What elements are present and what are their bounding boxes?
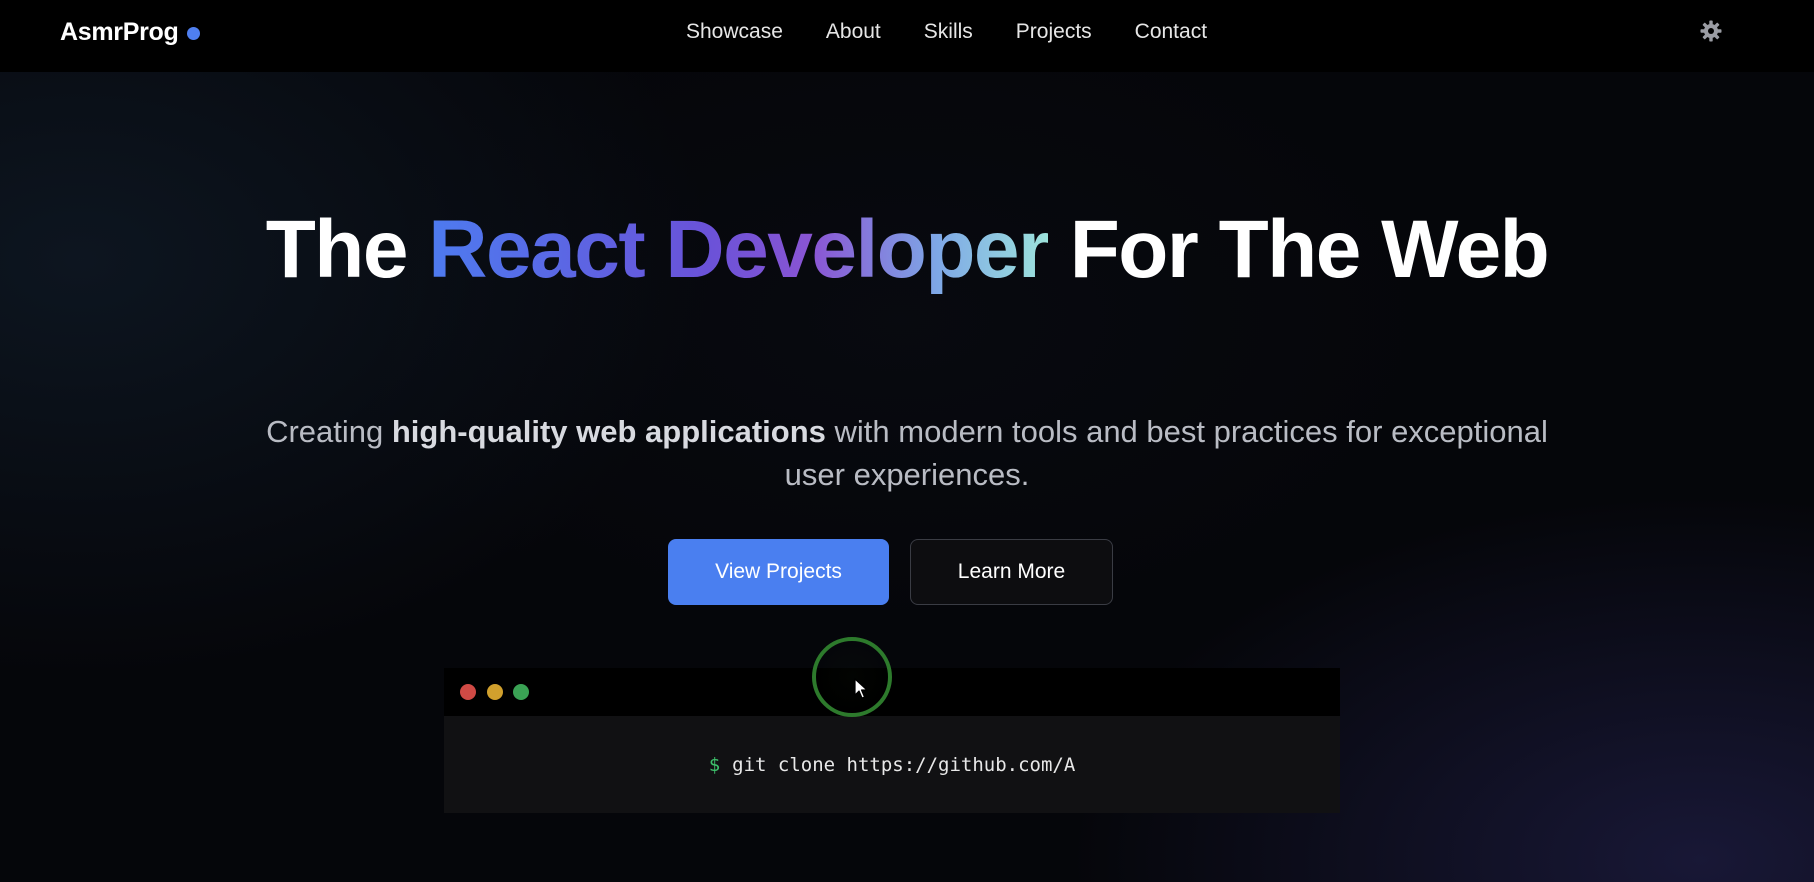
hero-subtitle-bold: high-quality web applications <box>391 414 826 449</box>
terminal-prompt: $ <box>708 753 721 776</box>
terminal-window: $ git clone https://github.com/A <box>444 668 1340 813</box>
gear-icon <box>1700 20 1722 42</box>
nav-link-showcase[interactable]: Showcase <box>686 20 783 44</box>
logo-text: AsmrProg <box>60 17 179 46</box>
click-indicator-ring <box>812 637 892 717</box>
terminal-command: git clone https://github.com/A <box>732 753 1076 776</box>
hero-title: The React Developer For The Web <box>257 209 1557 291</box>
hero-subtitle-post: with modern tools and best practices for… <box>784 414 1548 492</box>
close-dot-icon <box>460 684 476 700</box>
nav-links: Showcase About Skills Projects Contact <box>686 14 1207 50</box>
maximize-dot-icon <box>513 684 529 700</box>
nav-link-contact[interactable]: Contact <box>1135 20 1207 44</box>
nav-link-skills[interactable]: Skills <box>924 20 973 44</box>
hero-subtitle-pre: Creating <box>266 414 392 449</box>
terminal-body: $ git clone https://github.com/A <box>444 716 1340 813</box>
nav-link-projects[interactable]: Projects <box>1016 20 1092 44</box>
hero-title-post: For The Web <box>1048 204 1550 295</box>
page: AsmrProg Showcase About Skills Projects … <box>0 0 1814 882</box>
terminal-header <box>444 668 1340 716</box>
hero-title-pre: The <box>265 204 429 295</box>
minimize-dot-icon <box>487 684 503 700</box>
logo-dot-icon <box>187 27 201 40</box>
logo[interactable]: AsmrProg <box>60 14 201 50</box>
mouse-pointer-icon <box>854 678 868 699</box>
navbar: AsmrProg Showcase About Skills Projects … <box>0 0 1814 72</box>
theme-toggle-button[interactable] <box>1696 16 1726 46</box>
hero-title-highlight: React Developer <box>428 204 1050 295</box>
learn-more-button[interactable]: Learn More <box>910 539 1113 605</box>
nav-link-about[interactable]: About <box>826 20 881 44</box>
view-projects-button[interactable]: View Projects <box>668 539 889 605</box>
hero-subtitle: Creating high-quality web applications w… <box>257 410 1557 496</box>
